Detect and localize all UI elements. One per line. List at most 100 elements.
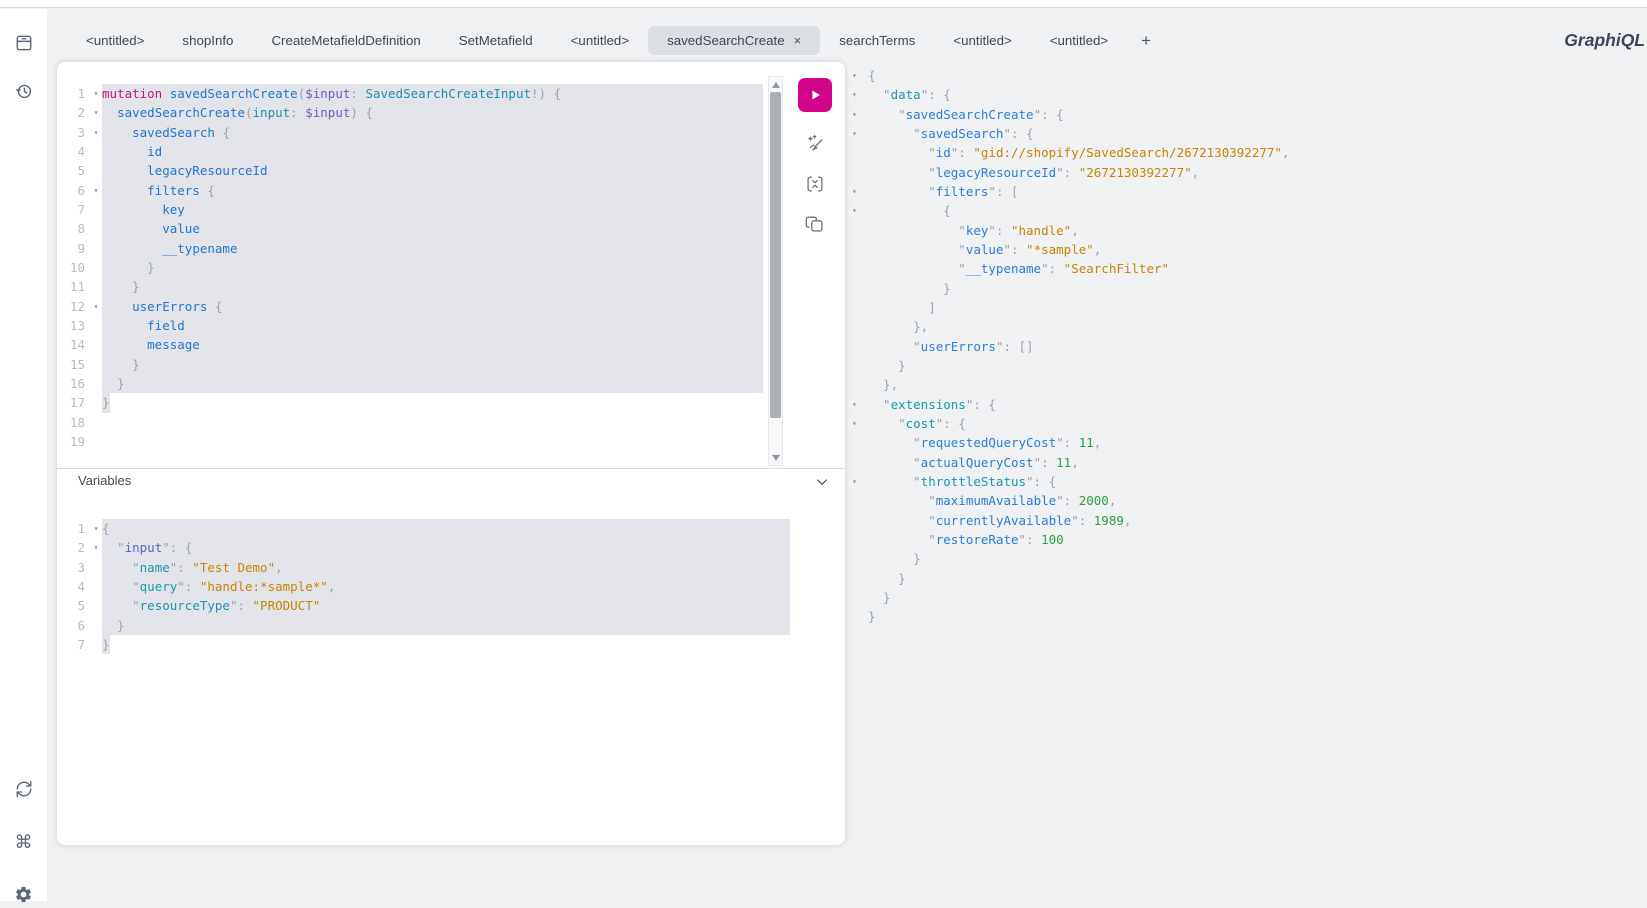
line-number: 2 <box>57 538 90 557</box>
fold-spacer <box>845 530 868 549</box>
fold-toggle-icon[interactable]: ▾ <box>845 182 868 201</box>
line-number: 6 <box>57 616 90 635</box>
line-number: 4 <box>57 142 90 161</box>
fold-spacer <box>845 279 868 298</box>
merge-fragments-icon[interactable] <box>804 173 826 195</box>
editor-card: 1▾mutation savedSearchCreate($input: Sav… <box>57 62 845 845</box>
line-number: 4 <box>57 577 90 596</box>
fold-spacer <box>90 161 102 180</box>
code-line: 5 "resourceType": "PRODUCT" <box>57 596 790 615</box>
fold-spacer <box>90 335 102 354</box>
play-icon <box>806 86 824 104</box>
scrollbar-thumb[interactable] <box>770 92 781 418</box>
scrollbar-up-arrow-icon[interactable] <box>769 78 782 91</box>
add-tab-button[interactable]: + <box>1127 31 1165 51</box>
line-number: 3 <box>57 558 90 577</box>
code-line: "currentlyAvailable": 1989, <box>845 511 1645 530</box>
tab-label: <untitled> <box>1050 33 1108 48</box>
code-line: ▾"savedSearch": { <box>845 124 1645 143</box>
line-number: 2 <box>57 103 90 122</box>
scrollbar-down-arrow-icon[interactable] <box>769 451 782 464</box>
tab-8-untitled[interactable]: <untitled> <box>1031 26 1127 55</box>
fold-toggle-icon[interactable]: ▾ <box>845 472 868 491</box>
line-number: 17 <box>57 393 90 412</box>
tab-6-searchterms[interactable]: searchTerms <box>820 26 934 55</box>
tab-3-setmetafield[interactable]: SetMetafield <box>440 26 552 55</box>
code-line: ▾"filters": [ <box>845 182 1645 201</box>
tab-label: savedSearchCreate <box>667 33 785 48</box>
fold-toggle-icon[interactable]: ▾ <box>90 181 102 200</box>
copy-icon[interactable] <box>804 213 826 235</box>
variables-editor[interactable]: 1▾{2▾ "input": {3 "name": "Test Demo",4 … <box>57 519 790 654</box>
fold-spacer <box>90 413 102 432</box>
code-line: 14 message <box>57 335 763 354</box>
code-line: 12▾ userErrors { <box>57 297 763 316</box>
line-number: 7 <box>57 635 90 654</box>
tab-0-untitled[interactable]: <untitled> <box>67 26 163 55</box>
line-number: 8 <box>57 219 90 238</box>
fold-toggle-icon[interactable]: ▾ <box>90 297 102 316</box>
query-scrollbar[interactable] <box>768 76 783 466</box>
code-line: ▾"savedSearchCreate": { <box>845 105 1645 124</box>
code-line: }, <box>845 317 1645 336</box>
code-line: "restoreRate": 100 <box>845 530 1645 549</box>
line-number: 14 <box>57 335 90 354</box>
tab-5-savedsearchcreate[interactable]: savedSearchCreate × <box>648 26 820 55</box>
fold-toggle-icon[interactable]: ▾ <box>845 85 868 104</box>
execute-button[interactable] <box>798 78 832 112</box>
fold-toggle-icon[interactable]: ▾ <box>90 519 102 538</box>
line-number: 5 <box>57 161 90 180</box>
line-number: 9 <box>57 239 90 258</box>
tab-label: <untitled> <box>86 33 144 48</box>
tab-7-untitled[interactable]: <untitled> <box>934 26 1030 55</box>
tab-bar: <untitled> shopInfoCreateMetafieldDefinit… <box>47 9 1647 62</box>
fold-toggle-icon[interactable]: ▾ <box>845 201 868 220</box>
fold-toggle-icon[interactable]: ▾ <box>90 123 102 142</box>
code-line: 5 legacyResourceId <box>57 161 763 180</box>
code-line: 8 value <box>57 219 763 238</box>
code-line: 19 <box>57 432 763 451</box>
docs-icon[interactable] <box>10 29 38 57</box>
line-number: 12 <box>57 297 90 316</box>
refetch-icon[interactable] <box>10 775 38 803</box>
sidebar: ⌘ <box>0 9 47 901</box>
tab-2-createmetafielddefinition[interactable]: CreateMetafieldDefinition <box>252 26 439 55</box>
tab-label: <untitled> <box>571 33 629 48</box>
settings-gear-icon[interactable] <box>10 880 38 908</box>
tab-close-icon[interactable]: × <box>794 34 802 47</box>
line-number: 18 <box>57 413 90 432</box>
fold-toggle-icon[interactable]: ▾ <box>845 66 868 85</box>
top-strip <box>0 0 1647 8</box>
code-line: 17} <box>57 393 763 412</box>
line-number: 6 <box>57 181 90 200</box>
graphiql-logo: GraphiQL <box>1564 30 1645 51</box>
fold-toggle-icon[interactable]: ▾ <box>90 84 102 103</box>
line-number: 11 <box>57 277 90 296</box>
code-line: 13 field <box>57 316 763 335</box>
fold-toggle-icon[interactable]: ▾ <box>845 124 868 143</box>
prettify-icon[interactable] <box>804 133 826 155</box>
tab-1-shopinfo[interactable]: shopInfo <box>163 26 252 55</box>
code-line: }, <box>845 375 1645 394</box>
code-line: 7 key <box>57 200 763 219</box>
line-number: 15 <box>57 355 90 374</box>
fold-spacer <box>845 298 868 317</box>
query-editor[interactable]: 1▾mutation savedSearchCreate($input: Sav… <box>57 84 763 451</box>
code-line: ▾{ <box>845 66 1645 85</box>
fold-spacer <box>90 277 102 296</box>
fold-toggle-icon[interactable]: ▾ <box>845 105 868 124</box>
fold-toggle-icon[interactable]: ▾ <box>845 395 868 414</box>
chevron-down-icon[interactable] <box>813 474 831 492</box>
code-line: 1▾mutation savedSearchCreate($input: Sav… <box>57 84 763 103</box>
fold-spacer <box>90 200 102 219</box>
fold-spacer <box>845 375 868 394</box>
keyboard-shortcuts-icon[interactable]: ⌘ <box>10 828 38 856</box>
code-line: 18 <box>57 413 763 432</box>
code-line: "__typename": "SearchFilter" <box>845 259 1645 278</box>
history-icon[interactable] <box>10 77 38 105</box>
line-number: 13 <box>57 316 90 335</box>
fold-toggle-icon[interactable]: ▾ <box>90 103 102 122</box>
tab-4-untitled[interactable]: <untitled> <box>552 26 648 55</box>
fold-toggle-icon[interactable]: ▾ <box>90 538 102 557</box>
fold-toggle-icon[interactable]: ▾ <box>845 414 868 433</box>
